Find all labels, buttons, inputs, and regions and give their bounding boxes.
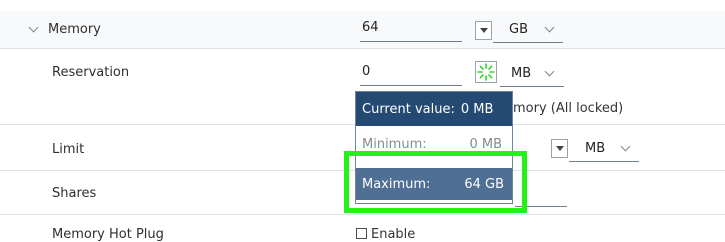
reservation-label: Reservation <box>52 65 130 80</box>
memory-size-value: 64 <box>360 20 462 42</box>
memory-unit-dropdown-button[interactable] <box>475 21 492 40</box>
limit-unit-underline <box>569 161 639 162</box>
memory-hot-plug-label: Memory Hot Plug <box>52 227 164 242</box>
reservation-unit-chevron-icon[interactable] <box>544 66 555 77</box>
limit-unit-label: MB <box>585 141 606 156</box>
popup-minimum-label: Minimum: <box>362 136 427 152</box>
maximum-highlight-box <box>344 151 527 213</box>
memory-unit-label: GB <box>509 22 528 37</box>
reservation-unit-label: MB <box>511 66 532 81</box>
popup-current-value-row: Current value: 0 MB <box>356 92 512 126</box>
collapse-chevron-icon[interactable] <box>28 22 39 33</box>
memory-unit-chevron-icon[interactable] <box>544 22 555 33</box>
reservation-unit-underline <box>500 86 564 87</box>
reservation-spinner-button[interactable] <box>475 61 497 83</box>
memory-size-input[interactable]: 64 <box>360 20 462 42</box>
enable-checkbox-label: Enable <box>371 227 416 242</box>
reservation-value: 0 <box>360 64 462 86</box>
popup-minimum-value: 0 MB <box>469 136 502 152</box>
memory-unit-underline <box>493 42 563 43</box>
reservation-input[interactable]: 0 <box>360 64 462 86</box>
popup-current-label: Current value: <box>362 101 455 117</box>
enable-checkbox[interactable] <box>356 228 367 239</box>
reservation-note: mory (All locked) <box>513 101 624 116</box>
row-divider <box>0 48 725 49</box>
memory-label: Memory <box>48 22 101 37</box>
limit-unit-chevron-icon[interactable] <box>620 141 631 152</box>
row-divider <box>0 214 725 215</box>
loading-spinner-icon <box>477 63 495 81</box>
limit-unit-dropdown-button[interactable] <box>551 139 568 158</box>
limit-label: Limit <box>52 142 85 157</box>
popup-current-value: 0 MB <box>460 101 494 117</box>
shares-label: Shares <box>52 186 97 201</box>
